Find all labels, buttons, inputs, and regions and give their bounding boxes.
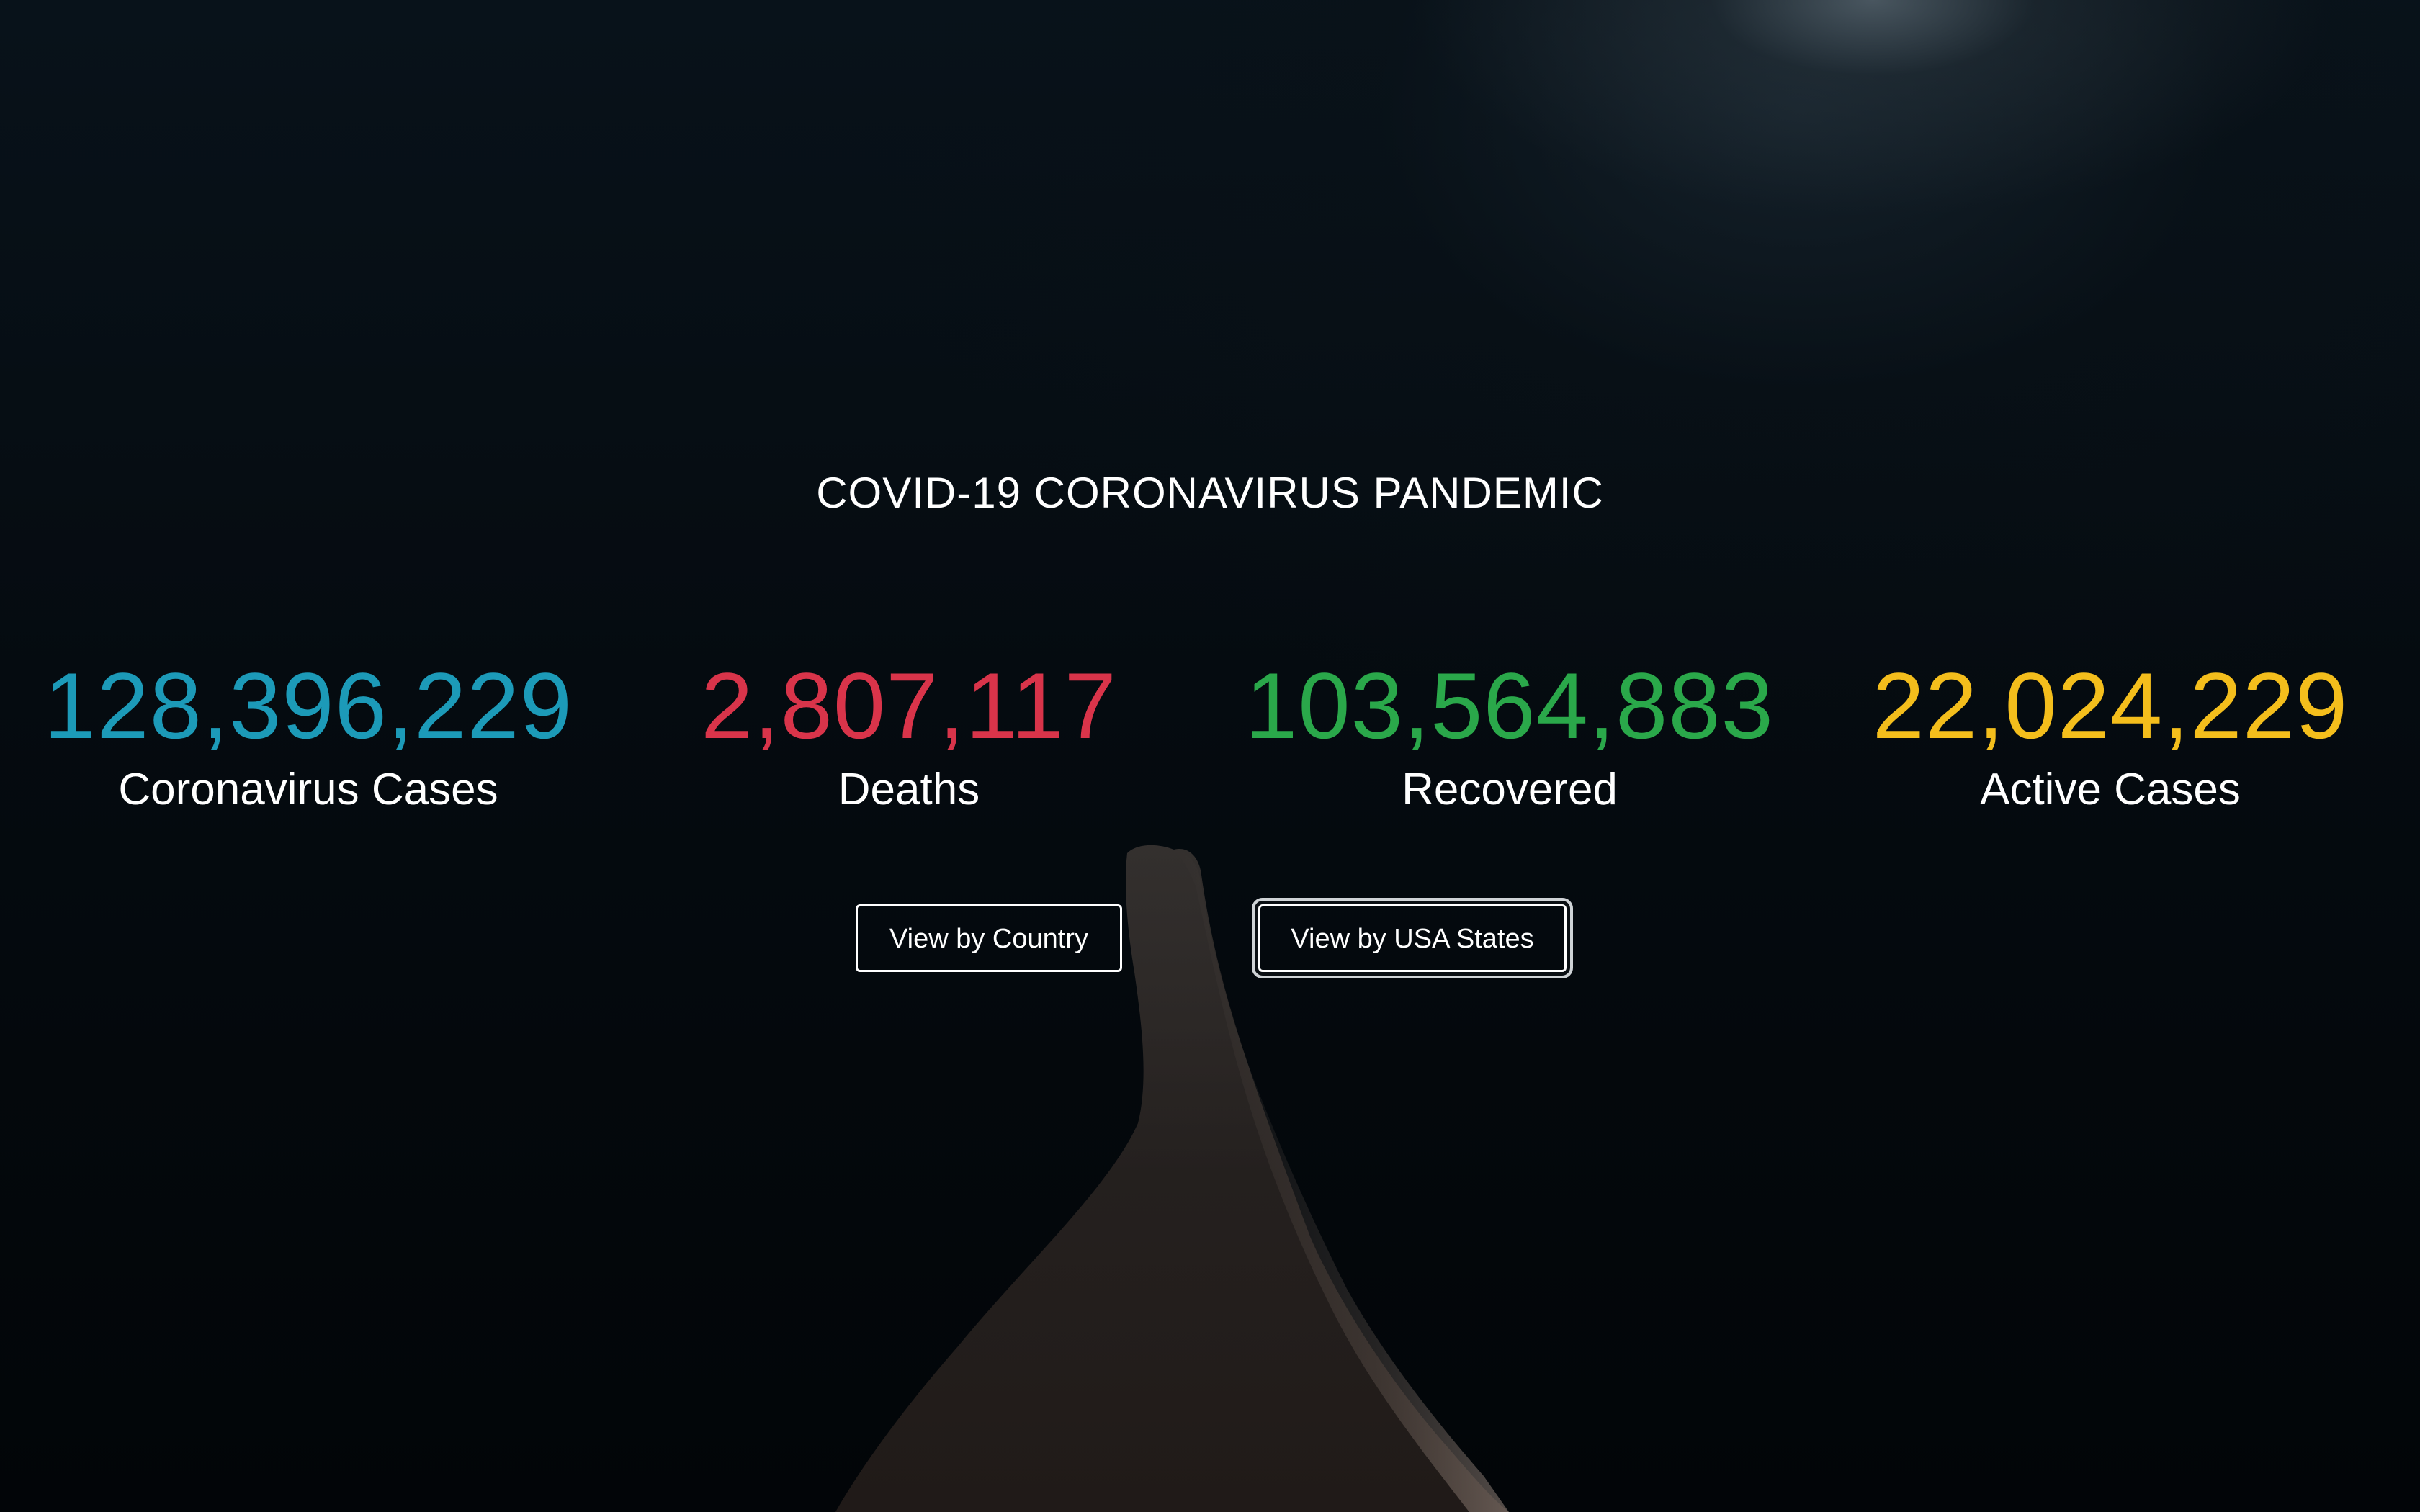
stats-row: 128,396,229 Coronavirus Cases 2,807,117 … bbox=[0, 652, 2420, 839]
stat-label: Deaths bbox=[838, 765, 980, 814]
page-title: COVID-19 CORONAVIRUS PANDEMIC bbox=[816, 469, 1604, 517]
stat-deaths: 2,807,117 Deaths bbox=[606, 652, 1211, 819]
stat-recovered: 103,564,883 Recovered bbox=[1207, 652, 1812, 819]
stat-value: 2,807,117 bbox=[701, 653, 1117, 758]
stat-value: 22,024,229 bbox=[1872, 653, 2349, 758]
stat-label: Recovered bbox=[1402, 765, 1618, 814]
stat-value: 103,564,883 bbox=[1245, 653, 1774, 758]
view-by-country-button[interactable]: View by Country bbox=[856, 904, 1122, 972]
stat-coronavirus-cases: 128,396,229 Coronavirus Cases bbox=[6, 652, 611, 819]
view-by-usa-states-button[interactable]: View by USA States bbox=[1258, 904, 1567, 972]
stat-label: Coronavirus Cases bbox=[118, 765, 498, 814]
stat-label: Active Cases bbox=[1980, 765, 2241, 814]
stat-value: 128,396,229 bbox=[44, 653, 573, 758]
stat-active-cases: 22,024,229 Active Cases bbox=[1808, 652, 2413, 819]
